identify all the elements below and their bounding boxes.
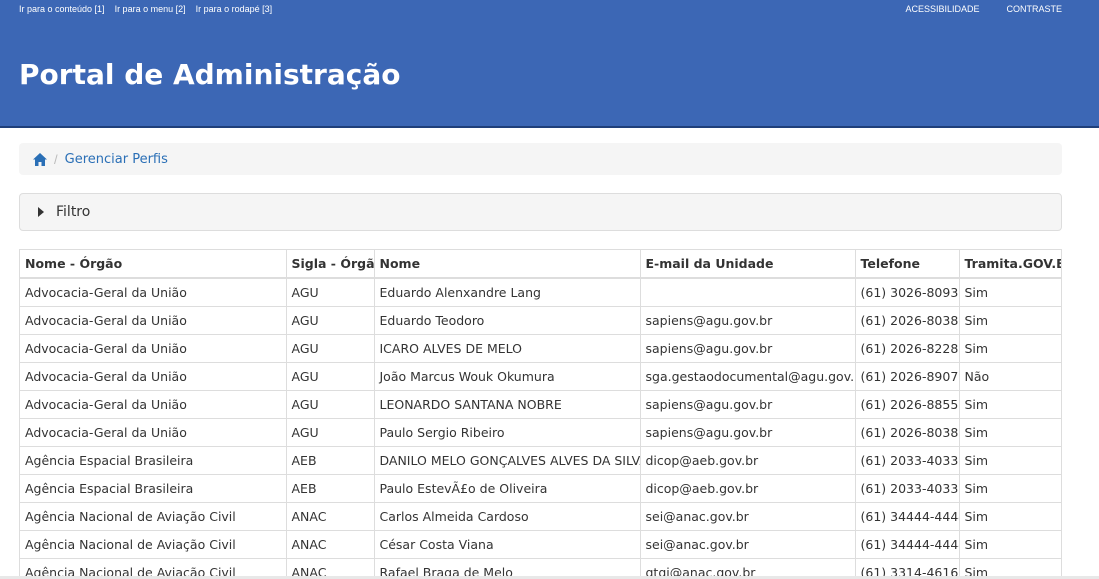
filter-panel[interactable]: Filtro (19, 193, 1062, 231)
cell-nome: César Costa Viana (373, 529, 641, 559)
cell-nome: DANILO MELO GONÇALVES ALVES DA SILVA (373, 445, 641, 475)
cell-telefone: (61) 34444-4444 (854, 501, 960, 531)
cell-tramita: Não (958, 361, 1061, 391)
cell-tramita: Sim (958, 501, 1061, 531)
cell-email (639, 277, 856, 307)
cell-tramita: Sim (958, 529, 1061, 559)
cell-orgao: Advocacia-Geral da União (20, 389, 287, 419)
cell-telefone: (61) 2026-8038 (854, 305, 960, 335)
cell-orgao: Agência Espacial Brasileira (20, 445, 287, 475)
cell-tramita: Sim (958, 333, 1061, 363)
cell-telefone: (61) 2026-8228 (854, 333, 960, 363)
cell-telefone: (61) 34444-4444 (854, 529, 960, 559)
cell-orgao: Advocacia-Geral da União (20, 305, 287, 335)
table-header-row: Nome - Órgão Sigla - Órgão Nome E-mail d… (20, 250, 1061, 279)
skip-to-footer-link[interactable]: Ir para o rodapé [3] (196, 4, 273, 14)
cell-sigla: AEB (285, 473, 375, 503)
cell-sigla: AGU (285, 389, 375, 419)
cell-orgao: Advocacia-Geral da União (20, 333, 287, 363)
cell-tramita: Sim (958, 473, 1061, 503)
cell-sigla: AGU (285, 333, 375, 363)
top-right-links: ACESSIBILIDADE CONTRASTE (905, 4, 1062, 14)
cell-tramita: Sim (958, 417, 1061, 447)
cell-tramita: Sim (958, 305, 1061, 335)
cell-sigla: AEB (285, 445, 375, 475)
skip-links: Ir para o conteúdo [1] Ir para o menu [2… (19, 4, 272, 14)
skip-to-menu-link[interactable]: Ir para o menu [2] (115, 4, 186, 14)
cell-telefone: (61) 2033-4033 (854, 473, 960, 503)
skip-to-content-link[interactable]: Ir para o conteúdo [1] (19, 4, 105, 14)
cell-orgao: Advocacia-Geral da União (20, 277, 287, 307)
cell-telefone: (61) 2026-8038 (854, 417, 960, 447)
cell-tramita: Sim (958, 277, 1061, 307)
column-header-telefone[interactable]: Telefone (854, 250, 960, 279)
breadcrumb-separator: / (54, 151, 58, 167)
cell-nome: ICARO ALVES DE MELO (373, 333, 641, 363)
filter-label: Filtro (56, 204, 91, 220)
cell-email: dicop@aeb.gov.br (639, 445, 856, 475)
cell-orgao: Agência Nacional de Aviação Civil (20, 501, 287, 531)
cell-email: sapiens@agu.gov.br (639, 389, 856, 419)
cell-email: sei@anac.gov.br (639, 529, 856, 559)
cell-sigla: AGU (285, 305, 375, 335)
table-row[interactable]: Advocacia-Geral da União AGU João Marcus… (20, 361, 1061, 391)
column-header-email[interactable]: E-mail da Unidade (639, 250, 856, 279)
cell-orgao: Agência Nacional de Aviação Civil (20, 529, 287, 559)
cell-email: dicop@aeb.gov.br (639, 473, 856, 503)
cell-sigla: ANAC (285, 501, 375, 531)
cell-telefone: (61) 3026-8093 (854, 277, 960, 307)
cell-nome: João Marcus Wouk Okumura (373, 361, 641, 391)
cell-orgao: Advocacia-Geral da União (20, 361, 287, 391)
cell-tramita: Sim (958, 445, 1061, 475)
cell-sigla: AGU (285, 277, 375, 307)
profiles-table-container: Nome - Órgão Sigla - Órgão Nome E-mail d… (19, 249, 1062, 579)
cell-nome: Eduardo Teodoro (373, 305, 641, 335)
caret-right-icon (38, 207, 44, 217)
cell-email: sapiens@agu.gov.br (639, 417, 856, 447)
home-icon[interactable] (33, 152, 47, 166)
column-header-tramita[interactable]: Tramita.GOV.BR (958, 250, 1061, 279)
table-row[interactable]: Agência Nacional de Aviação Civil ANAC C… (20, 501, 1061, 531)
table-row[interactable]: Advocacia-Geral da União AGU Eduardo Teo… (20, 305, 1061, 335)
cell-email: sga.gestaodocumental@agu.gov.br (639, 361, 856, 391)
table-row[interactable]: Agência Nacional de Aviação Civil ANAC C… (20, 529, 1061, 559)
cell-sigla: AGU (285, 417, 375, 447)
profiles-table: Nome - Órgão Sigla - Órgão Nome E-mail d… (20, 250, 1061, 579)
cell-email: sapiens@agu.gov.br (639, 333, 856, 363)
table-row[interactable]: Agência Espacial Brasileira AEB DANILO M… (20, 445, 1061, 475)
cell-nome: Eduardo Alenxandre Lang (373, 277, 641, 307)
cell-telefone: (61) 2026-8907 (854, 361, 960, 391)
cell-sigla: AGU (285, 361, 375, 391)
table-row[interactable]: Advocacia-Geral da União AGU ICARO ALVES… (20, 333, 1061, 363)
cell-orgao: Advocacia-Geral da União (20, 417, 287, 447)
cell-nome: Paulo Sergio Ribeiro (373, 417, 641, 447)
cell-sigla: ANAC (285, 529, 375, 559)
column-header-nome[interactable]: Nome (373, 250, 641, 279)
table-row[interactable]: Advocacia-Geral da União AGU Paulo Sergi… (20, 417, 1061, 447)
cell-telefone: (61) 2026-8855 (854, 389, 960, 419)
header-bar: Ir para o conteúdo [1] Ir para o menu [2… (0, 0, 1099, 128)
cell-telefone: (61) 2033-4033 (854, 445, 960, 475)
cell-orgao: Agência Espacial Brasileira (20, 473, 287, 503)
cell-nome: Carlos Almeida Cardoso (373, 501, 641, 531)
table-row[interactable]: Agência Espacial Brasileira AEB Paulo Es… (20, 473, 1061, 503)
breadcrumb-current[interactable]: Gerenciar Perfis (65, 152, 168, 167)
cell-nome: LEONARDO SANTANA NOBRE (373, 389, 641, 419)
column-header-orgao[interactable]: Nome - Órgão (20, 250, 287, 279)
cell-email: sei@anac.gov.br (639, 501, 856, 531)
cell-email: sapiens@agu.gov.br (639, 305, 856, 335)
cell-tramita: Sim (958, 389, 1061, 419)
table-row[interactable]: Advocacia-Geral da União AGU LEONARDO SA… (20, 389, 1061, 419)
site-title: Portal de Administração (19, 58, 401, 91)
breadcrumb: / Gerenciar Perfis (19, 143, 1062, 175)
table-row[interactable]: Advocacia-Geral da União AGU Eduardo Ale… (20, 277, 1061, 307)
contrast-link[interactable]: CONTRASTE (1006, 4, 1062, 14)
cell-nome: Paulo EstevÃ£o de Oliveira (373, 473, 641, 503)
column-header-sigla[interactable]: Sigla - Órgão (285, 250, 375, 279)
accessibility-link[interactable]: ACESSIBILIDADE (905, 4, 979, 14)
